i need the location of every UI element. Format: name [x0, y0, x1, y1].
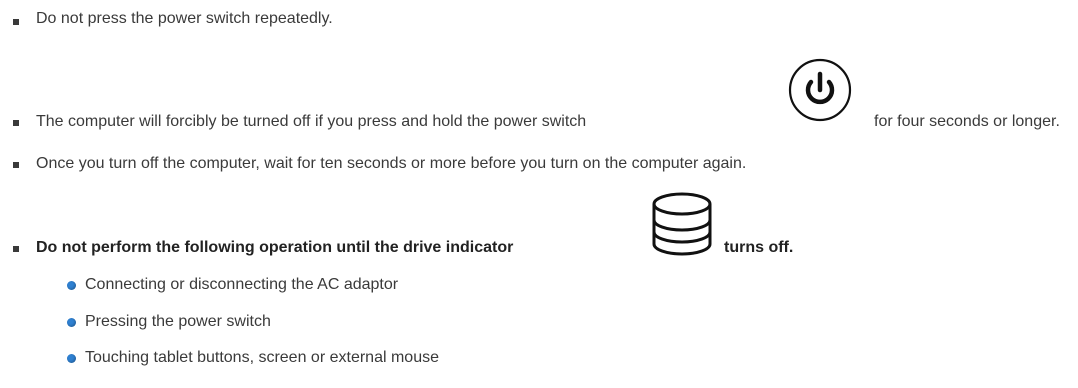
- list-item: Do not press the power switch repeatedly…: [36, 9, 333, 29]
- list-item-text: Once you turn off the computer, wait for…: [36, 155, 747, 172]
- list-item-text: for four seconds or longer.: [874, 113, 1060, 130]
- list-item: Do not perform the following operation u…: [36, 238, 513, 258]
- list-item-continuation: turns off.: [724, 238, 793, 258]
- sub-list-item: Touching tablet buttons, screen or exter…: [85, 348, 439, 368]
- list-item-text: The computer will forcibly be turned off…: [36, 113, 587, 130]
- list-item-text: Do not press the power switch repeatedly…: [36, 10, 333, 27]
- list-item-text: Do not perform the following operation u…: [36, 239, 514, 256]
- bullet-square: [13, 162, 19, 168]
- sub-bullet-dot: [67, 281, 76, 290]
- sub-list-item-text: Pressing the power switch: [85, 313, 271, 330]
- drive-indicator-icon: [651, 192, 713, 261]
- sub-list-item: Pressing the power switch: [85, 312, 271, 332]
- bullet-square: [13, 120, 19, 126]
- sub-list-item-text: Touching tablet buttons, screen or exter…: [85, 349, 439, 366]
- sub-bullet-dot: [67, 318, 76, 327]
- bullet-square: [13, 246, 19, 252]
- list-item: Once you turn off the computer, wait for…: [36, 154, 746, 174]
- bullet-square: [13, 19, 19, 25]
- list-item: The computer will forcibly be turned off…: [36, 112, 586, 132]
- sub-list-item-text: Connecting or disconnecting the AC adapt…: [85, 276, 399, 293]
- list-item-text: turns off.: [724, 239, 794, 256]
- power-icon: [788, 58, 852, 127]
- list-item-continuation: for four seconds or longer.: [874, 112, 1060, 132]
- sub-list-item: Connecting or disconnecting the AC adapt…: [85, 275, 398, 295]
- sub-bullet-dot: [67, 354, 76, 363]
